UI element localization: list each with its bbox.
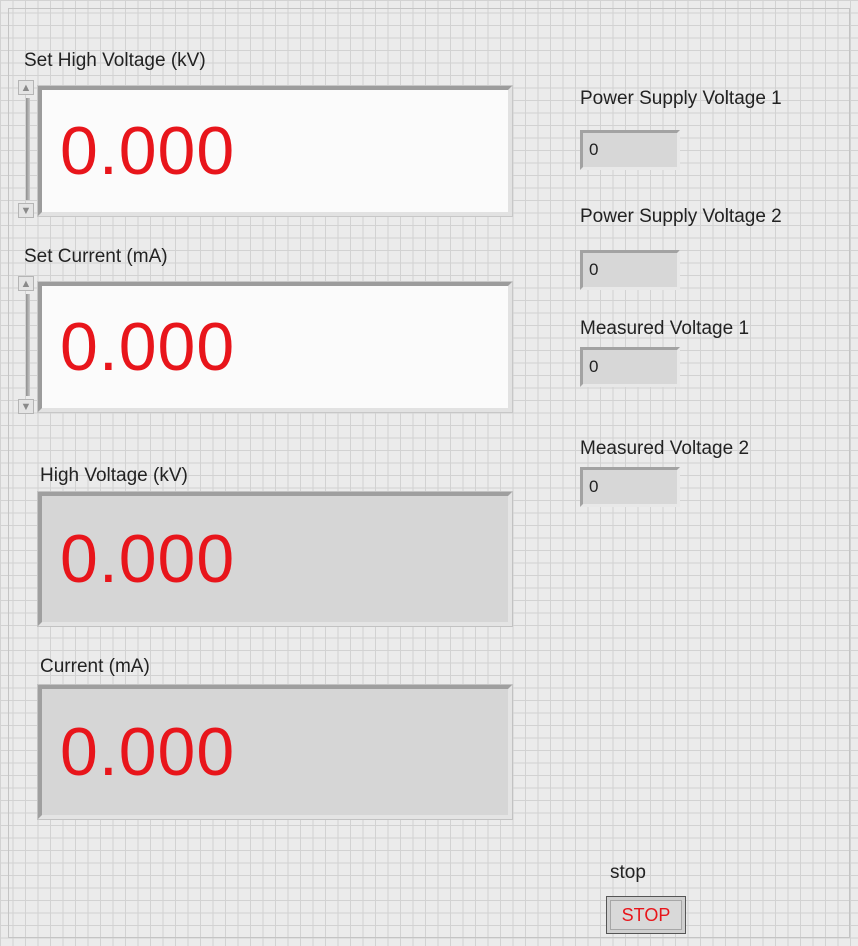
current-label: Current (mA) xyxy=(40,656,150,677)
set-current-spinner[interactable]: ▲ ▼ xyxy=(16,276,36,414)
power-supply-voltage-1-value: 0 xyxy=(589,140,599,159)
high-voltage-display: 0.000 xyxy=(37,491,513,627)
measured-voltage-2-value: 0 xyxy=(589,477,599,496)
stop-button-text[interactable]: STOP xyxy=(610,900,682,930)
set-high-voltage-spinner[interactable]: ▲ ▼ xyxy=(16,80,36,218)
spinner-rail xyxy=(26,98,30,200)
decrement-arrow-icon[interactable]: ▼ xyxy=(18,399,34,414)
measured-voltage-1-display: 0 xyxy=(580,347,680,387)
power-supply-voltage-2-value: 0 xyxy=(589,260,599,279)
measured-voltage-1-label: Measured Voltage 1 xyxy=(580,318,750,339)
measured-voltage-2-label: Measured Voltage 2 xyxy=(580,438,750,459)
increment-arrow-icon[interactable]: ▲ xyxy=(18,80,34,95)
set-high-voltage-label: Set High Voltage (kV) xyxy=(24,50,206,71)
current-display: 0.000 xyxy=(37,684,513,820)
power-supply-voltage-2-display: 0 xyxy=(580,250,680,290)
measured-voltage-1-value: 0 xyxy=(589,357,599,376)
high-voltage-value: 0.000 xyxy=(60,521,236,597)
spinner-rail xyxy=(26,294,30,396)
power-supply-voltage-1-label: Power Supply Voltage 1 xyxy=(580,88,782,109)
set-current-input[interactable]: 0.000 xyxy=(37,281,513,413)
current-value: 0.000 xyxy=(60,714,236,790)
set-current-value[interactable]: 0.000 xyxy=(60,313,235,381)
set-high-voltage-value[interactable]: 0.000 xyxy=(60,117,235,185)
high-voltage-label: High Voltage (kV) xyxy=(40,465,188,486)
set-high-voltage-input[interactable]: 0.000 xyxy=(37,85,513,217)
decrement-arrow-icon[interactable]: ▼ xyxy=(18,203,34,218)
increment-arrow-icon[interactable]: ▲ xyxy=(18,276,34,291)
power-supply-voltage-1-display: 0 xyxy=(580,130,680,170)
stop-button[interactable]: STOP xyxy=(606,896,686,934)
power-supply-voltage-2-label: Power Supply Voltage 2 xyxy=(580,206,782,227)
stop-label: stop xyxy=(610,862,646,883)
set-current-label: Set Current (mA) xyxy=(24,246,168,267)
measured-voltage-2-display: 0 xyxy=(580,467,680,507)
